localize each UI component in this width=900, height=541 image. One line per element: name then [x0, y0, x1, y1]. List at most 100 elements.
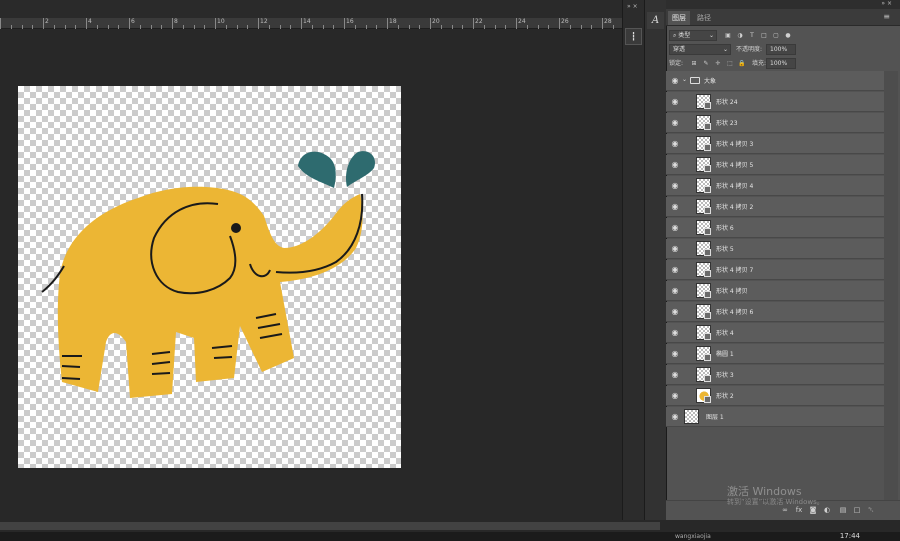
layer-thumbnail: [684, 409, 699, 424]
filter-kind-label: ⌕ 类型: [673, 32, 691, 39]
group-expand-arrow-icon[interactable]: ⌄: [682, 76, 687, 83]
visibility-eye-icon[interactable]: ◉: [670, 307, 680, 317]
layer-row[interactable]: ◉ 形状 4 拷贝 2: [666, 197, 884, 217]
layer-row[interactable]: ◉ 形状 2: [666, 386, 884, 406]
ruler-number: 10: [217, 18, 225, 25]
visibility-eye-icon[interactable]: ◉: [670, 181, 680, 191]
visibility-eye-icon[interactable]: ◉: [670, 328, 680, 338]
layer-name: 形状 4 拷贝 4: [716, 183, 754, 190]
pixel-filter-icon[interactable]: ▣: [724, 32, 732, 40]
opacity-value: 100%: [770, 46, 788, 53]
ruler-number: 24: [518, 18, 526, 25]
layer-row[interactable]: ◉ 形状 4: [666, 323, 884, 343]
visibility-eye-icon[interactable]: ◉: [670, 118, 680, 128]
smart-object-filter-icon[interactable]: ▢: [772, 32, 780, 40]
document-tab-bar: [0, 0, 640, 18]
layer-name: 形状 2: [716, 393, 734, 400]
layer-row[interactable]: ◉ 形状 3: [666, 365, 884, 385]
type-filter-icon[interactable]: T: [748, 32, 756, 40]
layer-row[interactable]: ◉ 形状 23: [666, 113, 884, 133]
visibility-eye-icon[interactable]: ◉: [670, 97, 680, 107]
layer-row[interactable]: ◉ 形状 4 拷贝 4: [666, 176, 884, 196]
layer-row[interactable]: ◉ 形状 4 拷贝 6: [666, 302, 884, 322]
visibility-eye-icon[interactable]: ◉: [670, 202, 680, 212]
visibility-eye-icon[interactable]: ◉: [670, 412, 680, 422]
tab-layers[interactable]: 图层: [668, 11, 690, 25]
toggle-filter-icon[interactable]: ●: [784, 32, 792, 40]
layer-row[interactable]: ◉ 形状 6: [666, 218, 884, 238]
lock-all-icon[interactable]: 🔒: [738, 60, 746, 68]
tab-paths[interactable]: 路径: [693, 11, 715, 25]
shape-layer-badge-icon: [704, 123, 711, 130]
layer-group-row[interactable]: ◉ ⌄ 大象: [666, 71, 884, 91]
visibility-eye-icon[interactable]: ◉: [670, 139, 680, 149]
ruler-number: 8: [174, 18, 178, 25]
visibility-eye-icon[interactable]: ◉: [670, 391, 680, 401]
ruler-tick: [129, 18, 130, 29]
dock-collapse-controls[interactable]: » ×: [627, 3, 638, 10]
ruler-tick: [258, 18, 259, 29]
layer-list: ◉ ⌄ 大象 ◉ 形状 24 ◉ 形状 23 ◉ 形状 4 拷贝 3 ◉ 形状 4 拷贝 5 ◉ 形状 …: [666, 71, 884, 501]
panel-menu-icon[interactable]: ≡: [883, 12, 890, 21]
layer-list-scrollbar[interactable]: [884, 71, 898, 501]
opacity-field[interactable]: 100%: [766, 44, 796, 55]
layer-row[interactable]: ◉ 椭圆 1: [666, 344, 884, 364]
ruler-number: 28: [604, 18, 612, 25]
panel-tab-bar: 图层 路径 ≡: [666, 9, 900, 26]
visibility-eye-icon[interactable]: ◉: [670, 265, 680, 275]
ruler-tick: [473, 18, 474, 29]
shape-layer-badge-icon: [704, 375, 711, 382]
ruler-number: 26: [561, 18, 569, 25]
ruler-tick: [516, 18, 517, 29]
folder-icon: [690, 77, 700, 84]
blend-mode-value: 穿透: [673, 46, 686, 53]
adjustment-filter-icon[interactable]: ◑: [736, 32, 744, 40]
horizontal-scrollbar[interactable]: [0, 522, 660, 530]
shape-layer-badge-icon: [704, 291, 711, 298]
fill-field[interactable]: 100%: [766, 58, 796, 69]
layer-row[interactable]: ◉ 形状 4 拷贝 3: [666, 134, 884, 154]
shape-layer-badge-icon: [704, 165, 711, 172]
visibility-eye-icon[interactable]: ◉: [670, 160, 680, 170]
shape-filter-icon[interactable]: □: [760, 32, 768, 40]
layer-row[interactable]: ◉ 形状 5: [666, 239, 884, 259]
new-layer-icon[interactable]: □: [852, 505, 862, 515]
taskbar: [0, 532, 900, 541]
blend-mode-select[interactable]: 穿透 ⌄: [669, 44, 731, 55]
ruler-number: 16: [346, 18, 354, 25]
layer-name: 形状 4 拷贝: [716, 288, 748, 295]
fill-value: 100%: [770, 60, 788, 67]
delete-icon[interactable]: ␡: [866, 505, 876, 515]
layer-name: 图层 1: [706, 414, 724, 421]
lock-paint-icon[interactable]: ✎: [702, 60, 710, 68]
elephant-artwork: [41, 151, 376, 398]
layer-row[interactable]: ◉ 形状 24: [666, 92, 884, 112]
lock-move-icon[interactable]: ✛: [714, 60, 722, 68]
layer-name: 形状 3: [716, 372, 734, 379]
visibility-eye-icon[interactable]: ◉: [670, 286, 680, 296]
properties-icon[interactable]: ┇: [625, 28, 642, 45]
ruler-number: 18: [389, 18, 397, 25]
layer-name: 形状 4 拷贝 2: [716, 204, 754, 211]
lock-artboard-icon[interactable]: ⬚: [726, 60, 734, 68]
ruler-number: 4: [88, 18, 92, 25]
document-canvas[interactable]: [18, 86, 401, 468]
taskbar-item[interactable]: wangxiaojia: [675, 533, 711, 540]
layer-row[interactable]: ◉ 形状 4 拷贝 5: [666, 155, 884, 175]
filter-kind-select[interactable]: ⌕ 类型 ⌄: [669, 30, 717, 41]
layer-row[interactable]: ◉ 图层 1: [666, 407, 884, 427]
layer-row[interactable]: ◉ 形状 4 拷贝 7: [666, 260, 884, 280]
character-icon[interactable]: A: [647, 12, 664, 29]
visibility-eye-icon[interactable]: ◉: [670, 76, 680, 86]
layer-row[interactable]: ◉ 形状 4 拷贝: [666, 281, 884, 301]
shape-layer-badge-icon: [704, 333, 711, 340]
visibility-eye-icon[interactable]: ◉: [670, 349, 680, 359]
ruler-number: 12: [260, 18, 268, 25]
panel-collapse-controls[interactable]: » ×: [881, 0, 892, 7]
lock-transparent-icon[interactable]: ⊞: [690, 60, 698, 68]
ruler-tick: [86, 18, 87, 29]
visibility-eye-icon[interactable]: ◉: [670, 244, 680, 254]
new-group-icon[interactable]: ▤: [838, 505, 848, 515]
visibility-eye-icon[interactable]: ◉: [670, 370, 680, 380]
visibility-eye-icon[interactable]: ◉: [670, 223, 680, 233]
